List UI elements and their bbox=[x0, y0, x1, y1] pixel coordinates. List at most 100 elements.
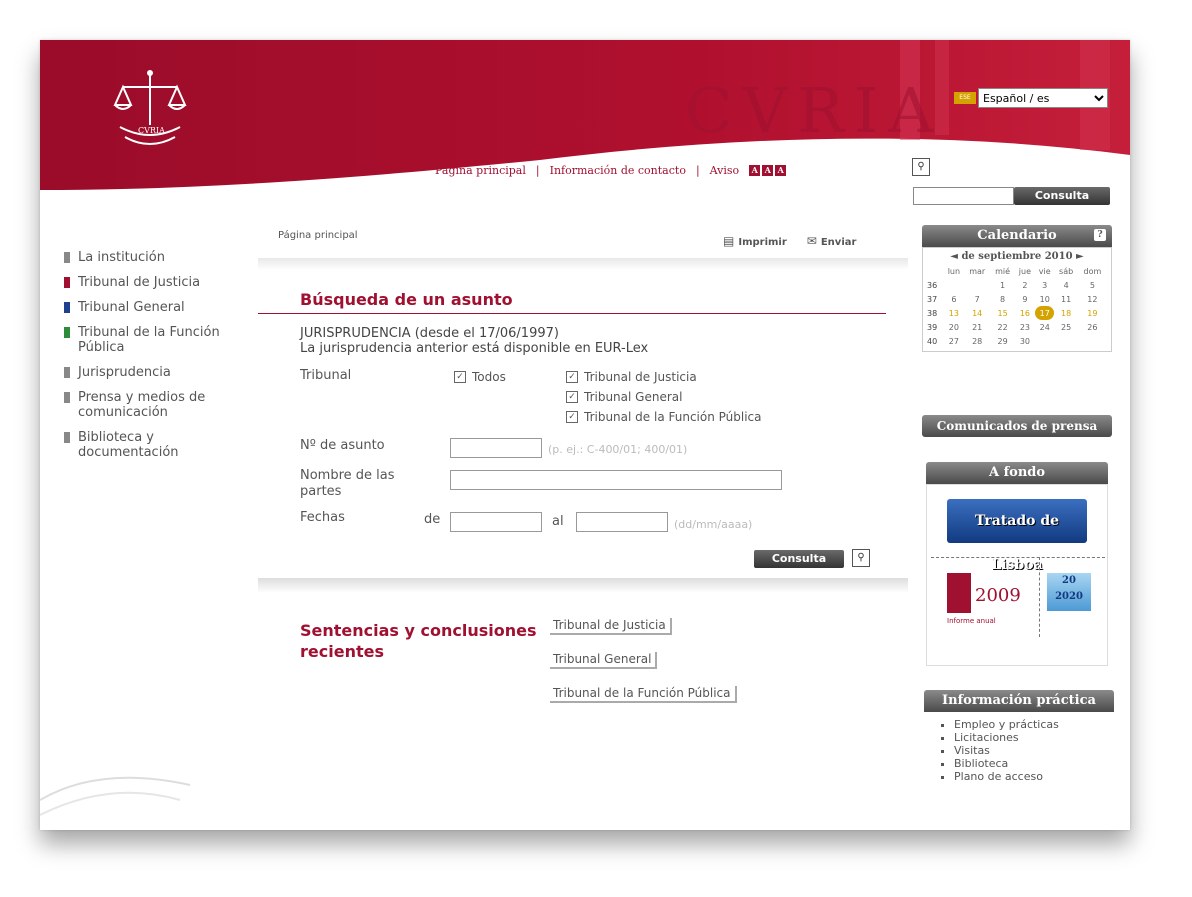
sidebar-item-label: Tribunal de Justicia bbox=[78, 275, 201, 290]
site-search-input[interactable] bbox=[913, 187, 1014, 205]
list-item[interactable]: Empleo y prácticas bbox=[954, 718, 1114, 731]
calendar-day[interactable]: 27 bbox=[944, 334, 964, 348]
checkbox-label: Tribunal General bbox=[584, 390, 683, 404]
dashed-divider bbox=[1039, 557, 1040, 637]
text-size-small-button[interactable]: A bbox=[749, 165, 761, 176]
calendar-day[interactable] bbox=[1078, 334, 1107, 348]
checkbox-all[interactable]: ✓ Todos bbox=[454, 370, 506, 384]
calendar-day-today[interactable]: 17 bbox=[1034, 306, 1055, 320]
calendar-day[interactable] bbox=[964, 278, 990, 292]
calendar-day[interactable]: 21 bbox=[964, 320, 990, 334]
calendar-day[interactable]: 14 bbox=[964, 306, 990, 320]
jurisprudence-eurlex-link[interactable]: La jurisprudencia anterior está disponib… bbox=[300, 341, 648, 356]
calendar-day[interactable]: 7 bbox=[964, 292, 990, 306]
sidebar-item-civil-service-tribunal[interactable]: Tribunal de la Función Pública bbox=[64, 325, 244, 355]
search-submit-button[interactable]: Consulta bbox=[754, 550, 844, 568]
calendar-day[interactable]: 24 bbox=[1035, 320, 1055, 334]
calendar-day[interactable]: 2 bbox=[1015, 278, 1035, 292]
print-button[interactable]: ▤ Imprimir bbox=[723, 234, 787, 248]
sidebar-item-press[interactable]: Prensa y medios de comunicación bbox=[64, 390, 244, 420]
bullet-marker-icon bbox=[64, 277, 70, 288]
calendar-day[interactable]: 5 bbox=[1078, 278, 1107, 292]
sidebar-item-label: La institución bbox=[78, 250, 165, 265]
recent-general-court-link[interactable]: Tribunal General bbox=[550, 652, 658, 669]
calendar-day[interactable]: 30 bbox=[1015, 334, 1035, 348]
calendar-week-row: 36 1 2 3 4 5 bbox=[927, 278, 1107, 292]
dashed-divider bbox=[931, 557, 1105, 558]
calendar-day[interactable]: 15 bbox=[990, 306, 1015, 320]
recent-judgments-title: Sentencias y conclusiones recientes bbox=[300, 621, 537, 661]
calendar-day[interactable]: 1 bbox=[990, 278, 1015, 292]
checkbox-court-of-justice[interactable]: ✓ Tribunal de Justicia bbox=[566, 370, 697, 384]
checkbox-general-court[interactable]: ✓ Tribunal General bbox=[566, 390, 682, 404]
recent-civil-service-link[interactable]: Tribunal de la Función Pública bbox=[550, 686, 737, 703]
accessibility-icon[interactable]: ⚲ bbox=[912, 158, 930, 176]
page-tools: ▤ Imprimir ✉ Enviar bbox=[723, 234, 856, 248]
list-item[interactable]: Biblioteca bbox=[954, 757, 1114, 770]
week-number: 38 bbox=[927, 308, 938, 318]
calendar-day[interactable]: 28 bbox=[964, 334, 990, 348]
case-number-input[interactable] bbox=[450, 438, 542, 458]
calendar-day[interactable]: 26 bbox=[1078, 320, 1107, 334]
calendar-day[interactable]: 11 bbox=[1054, 292, 1077, 306]
text-size-large-button[interactable]: A bbox=[775, 165, 787, 176]
calendar-day[interactable]: 19 bbox=[1078, 306, 1107, 320]
sidebar-item-general-court[interactable]: Tribunal General bbox=[64, 300, 244, 315]
calendar-day[interactable] bbox=[944, 278, 964, 292]
calendar-day[interactable]: 23 bbox=[1015, 320, 1035, 334]
nav-notice-link[interactable]: Aviso bbox=[710, 164, 740, 177]
sidebar-item-case-law[interactable]: Jurisprudencia bbox=[64, 365, 244, 380]
text-size-medium-button[interactable]: A bbox=[762, 165, 774, 176]
language-selector[interactable]: ESE Español / es bbox=[954, 87, 1114, 109]
press-releases-button[interactable]: Comunicados de prensa bbox=[922, 415, 1112, 437]
sidebar-item-label: Biblioteca y documentación bbox=[78, 430, 179, 460]
annual-report-link[interactable]: 2009 Informe anual bbox=[947, 573, 1037, 633]
help-icon[interactable]: ? bbox=[1094, 229, 1106, 241]
calendar-day[interactable]: 20 bbox=[944, 320, 964, 334]
print-label: Imprimir bbox=[738, 237, 787, 248]
calendar-day[interactable]: 12 bbox=[1078, 292, 1107, 306]
list-item[interactable]: Plano de acceso bbox=[954, 770, 1114, 783]
calendar-month[interactable]: ◄ de septiembre 2010 ► bbox=[927, 251, 1107, 262]
calendar-day[interactable]: 29 bbox=[990, 334, 1015, 348]
checkbox-civil-service[interactable]: ✓ Tribunal de la Función Pública bbox=[566, 410, 762, 424]
calendar-day[interactable]: 3 bbox=[1035, 278, 1055, 292]
calendar-day[interactable]: 25 bbox=[1054, 320, 1077, 334]
sidebar-item-library[interactable]: Biblioteca y documentación bbox=[64, 430, 244, 460]
calendar-day[interactable] bbox=[1054, 334, 1077, 348]
language-select[interactable]: Español / es bbox=[978, 88, 1108, 108]
calendar-day[interactable]: 6 bbox=[944, 292, 964, 306]
site-search-button[interactable]: Consulta bbox=[1014, 187, 1110, 205]
calendar-day[interactable]: 13 bbox=[944, 306, 964, 320]
week-number: 36 bbox=[927, 280, 938, 290]
date-from-input[interactable] bbox=[450, 512, 542, 532]
nav-contact-link[interactable]: Información de contacto bbox=[550, 164, 686, 177]
sidebar-item-court-of-justice[interactable]: Tribunal de Justicia bbox=[64, 275, 244, 290]
europe-2020-link[interactable]: 20 2020 bbox=[1047, 573, 1091, 611]
calendar-day[interactable]: 4 bbox=[1054, 278, 1077, 292]
date-to-input[interactable] bbox=[576, 512, 668, 532]
top-navigation: Página principal | Información de contac… bbox=[435, 164, 787, 177]
nav-home-link[interactable]: Página principal bbox=[435, 164, 526, 177]
parties-input[interactable] bbox=[450, 470, 782, 490]
calendar-day[interactable]: 9 bbox=[1015, 292, 1035, 306]
calendar-day[interactable]: 18 bbox=[1054, 306, 1077, 320]
weekday: mar bbox=[969, 266, 986, 276]
week-number: 37 bbox=[927, 294, 938, 304]
dates-label: Fechas bbox=[300, 510, 345, 525]
list-item[interactable]: Visitas bbox=[954, 744, 1114, 757]
list-item[interactable]: Licitaciones bbox=[954, 731, 1114, 744]
cvria-logo: CVRIA bbox=[113, 70, 187, 145]
recent-court-of-justice-link[interactable]: Tribunal de Justicia bbox=[550, 618, 672, 635]
calendar-day[interactable]: 22 bbox=[990, 320, 1015, 334]
calendar-day[interactable]: 16 bbox=[1015, 306, 1035, 320]
breadcrumb: Página principal bbox=[278, 230, 358, 241]
sidebar-item-institution[interactable]: La institución bbox=[64, 250, 244, 265]
send-button[interactable]: ✉ Enviar bbox=[807, 234, 857, 248]
calendar-day[interactable]: 8 bbox=[990, 292, 1015, 306]
accessibility-icon[interactable]: ⚲ bbox=[852, 549, 870, 567]
calendar-grid: lun mar mié jue vie sáb dom 36 1 2 3 4 5… bbox=[927, 264, 1107, 348]
lisbon-treaty-banner[interactable]: Tratado de Lisboa bbox=[947, 499, 1087, 573]
calendar-day[interactable]: 10 bbox=[1035, 292, 1055, 306]
calendar-day[interactable] bbox=[1035, 334, 1055, 348]
